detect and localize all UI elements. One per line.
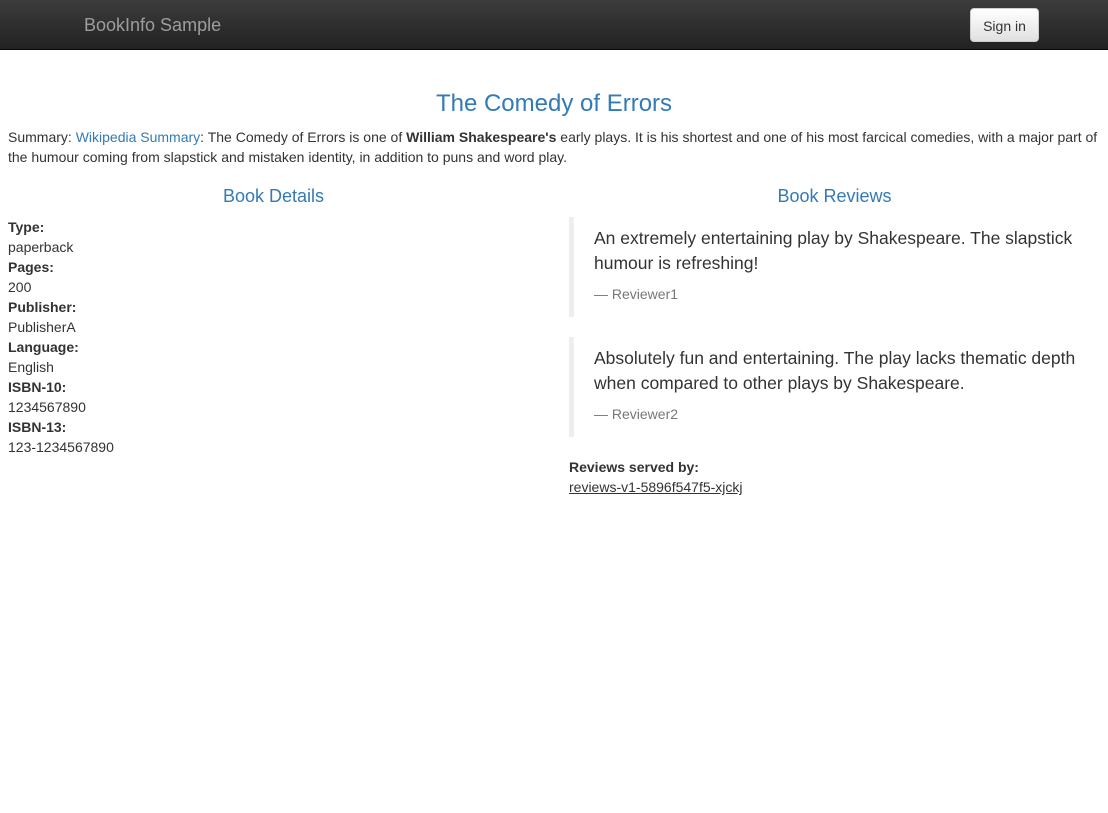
book-details-list: Type: paperback Pages: 200 Publisher: Pu…	[8, 217, 114, 457]
book-title: The Comedy of Errors	[435, 90, 673, 117]
publisher-label: Publisher:	[8, 299, 77, 315]
reviews-served-by: Reviews served by: reviews-v1-5896f547f5…	[569, 457, 743, 497]
review-1: An extremely entertaining play by Shakes…	[569, 217, 1100, 317]
review-2-author: — Reviewer2	[594, 406, 679, 422]
pages-label: Pages:	[8, 259, 54, 275]
summary-prefix: Summary:	[8, 129, 76, 145]
book-reviews-heading: Book Reviews	[777, 186, 892, 206]
summary-author: William Shakespeare's	[406, 129, 557, 145]
publisher-value: PublisherA	[8, 319, 76, 335]
review-1-text: An extremely entertaining play by Shakes…	[594, 228, 1073, 273]
review-2-text: Absolutely fun and entertaining. The pla…	[594, 348, 1076, 393]
type-value: paperback	[8, 239, 74, 255]
sign-in-button[interactable]: Sign in	[970, 8, 1039, 42]
served-by-label: Reviews served by:	[569, 459, 699, 475]
type-label: Type:	[8, 219, 45, 235]
wikipedia-summary-link[interactable]: Wikipedia Summary	[76, 129, 200, 145]
language-label: Language:	[8, 339, 79, 355]
book-summary: Summary: Wikipedia Summary: The Comedy o…	[8, 127, 1103, 167]
pages-value: 200	[8, 279, 32, 295]
review-2: Absolutely fun and entertaining. The pla…	[569, 337, 1100, 437]
summary-text-part-1: : The Comedy of Errors is one of	[200, 129, 407, 145]
top-navbar: BookInfo Sample Sign in	[0, 0, 1108, 50]
navbar-brand[interactable]: BookInfo Sample	[84, 14, 221, 36]
book-details-heading: Book Details	[222, 186, 325, 206]
isbn13-value: 123-1234567890	[8, 439, 114, 455]
review-1-author: — Reviewer1	[594, 286, 679, 302]
isbn10-value: 1234567890	[8, 399, 86, 415]
isbn13-label: ISBN-13:	[8, 419, 67, 435]
language-value: English	[8, 359, 54, 375]
isbn10-label: ISBN-10:	[8, 379, 67, 395]
served-by-pod-link[interactable]: reviews-v1-5896f547f5-xjckj	[569, 477, 743, 497]
